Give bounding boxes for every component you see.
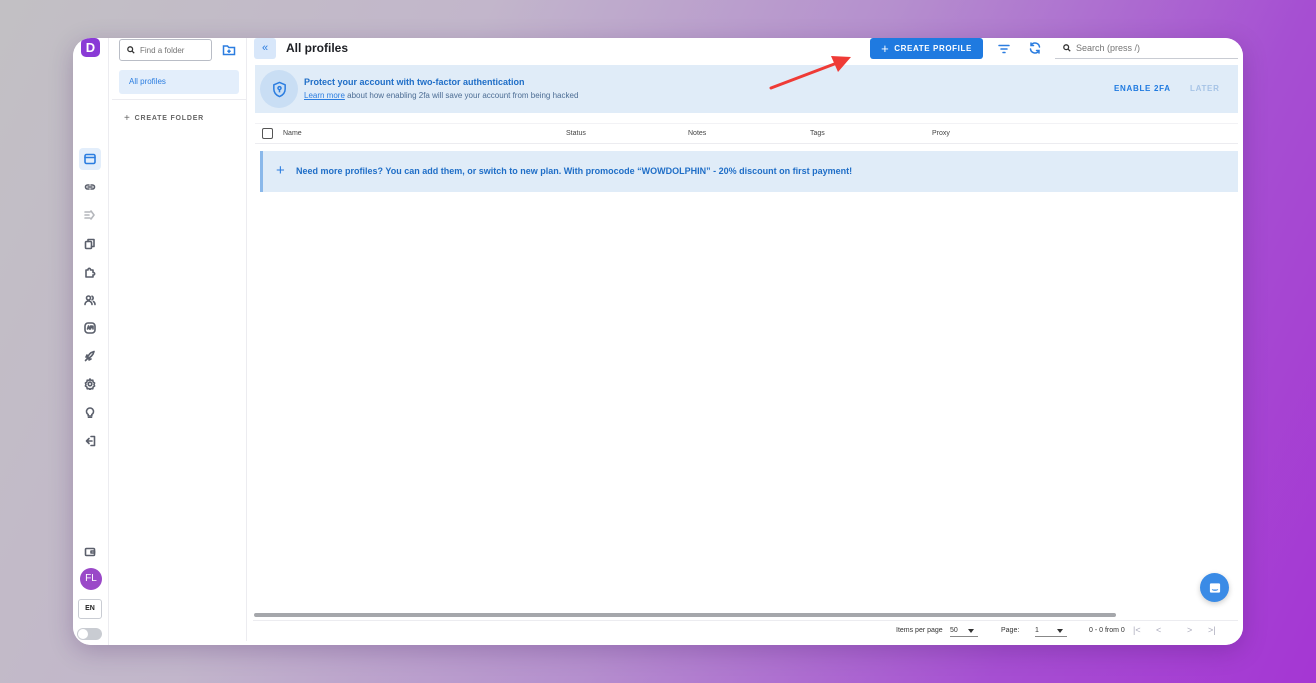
profile-search-input[interactable]	[1076, 43, 1226, 53]
language-selector[interactable]: EN	[78, 599, 102, 619]
add-folder-icon[interactable]	[222, 43, 236, 57]
page-range-text: 0 - 0 from 0	[1089, 627, 1125, 634]
folder-panel: All profiles + CREATE FOLDER	[112, 38, 247, 641]
create-profile-button[interactable]: + CREATE PROFILE	[870, 38, 983, 59]
settings-icon[interactable]	[79, 373, 101, 395]
search-icon	[127, 46, 135, 54]
promo-text: Need more profiles? You can add them, or…	[296, 166, 853, 176]
idea-icon[interactable]	[79, 401, 101, 423]
rocket-icon[interactable]	[79, 345, 101, 367]
page-title: All profiles	[286, 41, 349, 55]
column-header-name[interactable]: Name	[283, 130, 302, 137]
shield-icon	[260, 70, 298, 108]
select-all-checkbox[interactable]	[262, 128, 273, 139]
banner-subtitle: Learn more about how enabling 2fa will s…	[304, 91, 578, 100]
link-icon[interactable]	[79, 176, 101, 198]
page-label: Page:	[1001, 627, 1020, 634]
profile-search-box[interactable]	[1055, 38, 1238, 59]
icon-rail: D FL EN	[73, 38, 109, 645]
chevron-down-icon	[967, 628, 974, 633]
first-page-icon[interactable]: |<	[1133, 625, 1141, 635]
two-factor-banner: Protect your account with two-factor aut…	[255, 65, 1238, 113]
banner-title: Protect your account with two-factor aut…	[304, 77, 525, 87]
folder-search-box[interactable]	[119, 39, 212, 61]
app-window: D FL EN Find a folder All profiles + CRE…	[73, 38, 1243, 645]
column-header-status[interactable]: Status	[566, 130, 586, 137]
filter-icon[interactable]	[997, 42, 1011, 56]
horizontal-scrollbar[interactable]	[254, 613, 1116, 617]
plus-icon: +	[881, 40, 890, 56]
items-per-page-value: 50	[950, 627, 958, 634]
api-icon[interactable]	[79, 317, 101, 339]
next-page-icon[interactable]: >	[1187, 625, 1192, 635]
create-folder-button[interactable]: + CREATE FOLDER	[124, 113, 204, 124]
enable-2fa-button[interactable]: ENABLE 2FA	[1114, 84, 1171, 93]
collapse-panel-button[interactable]: «	[254, 38, 276, 59]
plus-icon: +	[124, 113, 131, 124]
items-per-page-label: Items per page	[896, 627, 943, 634]
logout-icon[interactable]	[79, 430, 101, 452]
divider	[112, 99, 247, 100]
app-logo[interactable]: D	[81, 38, 100, 57]
browser-icon[interactable]	[79, 148, 101, 170]
create-folder-label: CREATE FOLDER	[134, 115, 205, 122]
team-icon[interactable]	[79, 289, 101, 311]
copy-icon[interactable]	[79, 233, 101, 255]
chat-icon[interactable]	[1200, 573, 1229, 602]
create-profile-label: CREATE PROFILE	[894, 44, 972, 53]
page-select[interactable]: 1	[1035, 625, 1067, 637]
main-content: « All profiles + CREATE PROFILE Protect …	[253, 38, 1243, 645]
learn-more-link[interactable]: Learn more	[304, 91, 345, 100]
folder-item-all-profiles[interactable]: All profiles	[119, 70, 239, 94]
previous-page-icon[interactable]: <	[1156, 625, 1161, 635]
table-header: Name Status Notes Tags Proxy	[255, 123, 1238, 144]
theme-toggle[interactable]	[77, 628, 102, 640]
automation-icon[interactable]	[79, 204, 101, 226]
pagination-bar: Items per page 50 Page: 1 0 - 0 from 0 |…	[253, 620, 1238, 640]
wallet-icon[interactable]	[79, 541, 101, 563]
refresh-icon[interactable]	[1028, 41, 1042, 55]
extension-icon[interactable]	[79, 261, 101, 283]
annotation-arrow-icon	[769, 56, 851, 90]
items-per-page-select[interactable]: 50	[950, 625, 978, 637]
last-page-icon[interactable]: >|	[1208, 625, 1216, 635]
column-header-notes[interactable]: Notes	[688, 130, 706, 137]
page-value: 1	[1035, 627, 1039, 634]
folder-search-input[interactable]	[140, 45, 210, 55]
later-button[interactable]: LATER	[1190, 84, 1220, 93]
chevron-down-icon	[1056, 628, 1063, 633]
promo-banner[interactable]: + Need more profiles? You can add them, …	[260, 151, 1238, 192]
plus-icon: +	[276, 162, 285, 179]
search-icon	[1063, 44, 1071, 52]
column-header-proxy[interactable]: Proxy	[932, 130, 950, 137]
user-avatar[interactable]: FL	[80, 568, 102, 590]
column-header-tags[interactable]: Tags	[810, 130, 825, 137]
banner-subtitle-text: about how enabling 2fa will save your ac…	[344, 91, 579, 100]
